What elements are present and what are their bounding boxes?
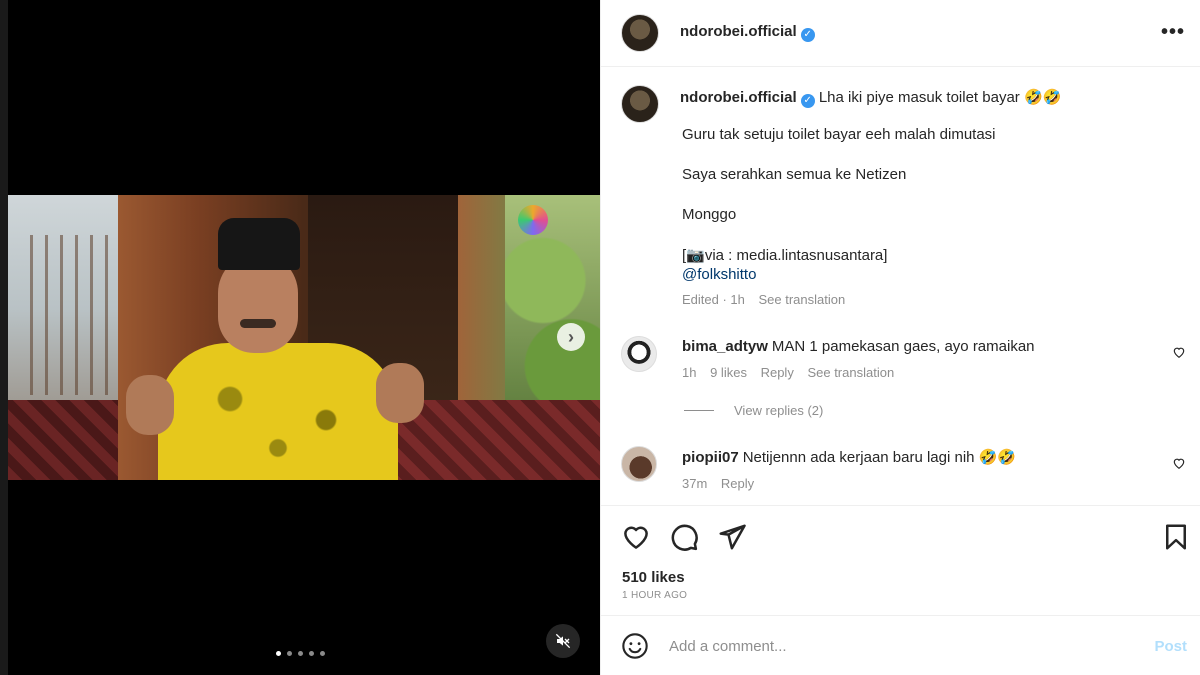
comment-time[interactable]: 1h	[682, 365, 696, 380]
comment-text: Netijennn ada kerjaan baru lagi nih 🤣🤣	[742, 449, 1017, 466]
post-sidebar: ndorobei.official ✓ ••• ndorobei.official…	[600, 0, 1200, 675]
comment-meta: 1h 9 likes Reply See translation	[682, 365, 904, 380]
post-timestamp[interactable]: 1 HOUR AGO	[622, 590, 687, 601]
carousel-dot	[287, 651, 292, 656]
comment-text: MAN 1 pamekasan gaes, ayo ramaikan	[771, 338, 1035, 355]
share-icon[interactable]	[717, 522, 747, 552]
caption-line: Monggo	[682, 206, 737, 223]
comment-body: bima_adtyw MAN 1 pamekasan gaes, ayo rama…	[682, 338, 1035, 355]
caption-title: Lha iki piye masuk toilet bayar 🤣🤣	[818, 89, 1062, 106]
carousel-dot	[298, 651, 303, 656]
caption-first-line: ndorobei.official ✓ Lha iki piye masuk to…	[680, 88, 1061, 108]
reply-button[interactable]: Reply	[761, 365, 794, 380]
carousel-dot	[309, 651, 314, 656]
mute-button[interactable]	[546, 624, 580, 658]
caption-username[interactable]: ndorobei.official	[680, 89, 797, 106]
avatar[interactable]	[621, 85, 659, 123]
see-translation-link[interactable]: See translation	[759, 292, 846, 307]
carousel-dot	[276, 651, 281, 656]
caption-line: Guru tak setuju toilet bayar eeh malah d…	[682, 126, 996, 143]
post-header: ndorobei.official ✓ •••	[601, 0, 1200, 67]
edited-label: Edited · 1h	[682, 292, 745, 307]
bookmark-icon[interactable]	[1161, 522, 1191, 552]
video-person	[118, 213, 438, 480]
media-edge	[0, 0, 8, 675]
verified-badge-icon: ✓	[800, 28, 815, 42]
comment-body: piopii07 Netijennn ada kerjaan baru lagi …	[682, 448, 1016, 466]
heart-icon[interactable]	[1172, 456, 1186, 470]
caption-meta: Edited · 1h See translation	[682, 292, 855, 307]
add-comment-bar: Post	[601, 615, 1200, 675]
see-translation-link[interactable]: See translation	[807, 365, 894, 380]
caption-line: Saya serahkan semua ke Netizen	[682, 166, 907, 183]
username-text[interactable]: ndorobei.official	[680, 23, 797, 40]
carousel-next-button[interactable]: ›	[557, 323, 585, 351]
comment-meta: 37m Reply	[682, 476, 764, 491]
carousel-dot	[320, 651, 325, 656]
view-replies-button[interactable]: View replies (2)	[684, 403, 823, 418]
reply-button[interactable]: Reply	[721, 476, 754, 491]
chevron-right-icon: ›	[568, 326, 574, 347]
video-sofa-left	[8, 400, 118, 480]
post-comment-button[interactable]: Post	[1154, 638, 1187, 655]
view-replies-label[interactable]: View replies (2)	[734, 403, 823, 418]
avatar[interactable]	[621, 446, 657, 482]
avatar[interactable]	[621, 14, 659, 52]
watermark-logo	[518, 205, 548, 235]
comment-icon[interactable]	[669, 522, 699, 552]
mention-link[interactable]: @folkshitto	[682, 266, 756, 283]
emoji-icon[interactable]	[621, 632, 649, 660]
comment-username[interactable]: piopii07	[682, 449, 739, 466]
post-actions: 510 likes 1 HOUR AGO	[601, 505, 1200, 615]
comment-username[interactable]: bima_adtyw	[682, 338, 768, 355]
more-options-icon[interactable]: •••	[1161, 22, 1185, 42]
likes-count[interactable]: 510 likes	[622, 569, 685, 586]
divider	[684, 410, 714, 411]
comment-input[interactable]	[669, 630, 1129, 662]
heart-icon[interactable]	[1172, 345, 1186, 359]
avatar[interactable]	[621, 336, 657, 372]
carousel-dots	[276, 651, 325, 656]
verified-badge-icon: ✓	[800, 94, 815, 108]
post-media[interactable]: ›	[0, 0, 600, 675]
video-frame[interactable]	[8, 195, 600, 480]
heart-icon[interactable]	[621, 522, 651, 552]
header-username[interactable]: ndorobei.official ✓	[680, 23, 815, 42]
muted-speaker-icon	[555, 633, 571, 649]
comment-likes[interactable]: 9 likes	[710, 365, 747, 380]
caption-line: [📷via : media.lintasnusantara]	[682, 247, 888, 264]
comment-time[interactable]: 37m	[682, 476, 707, 491]
